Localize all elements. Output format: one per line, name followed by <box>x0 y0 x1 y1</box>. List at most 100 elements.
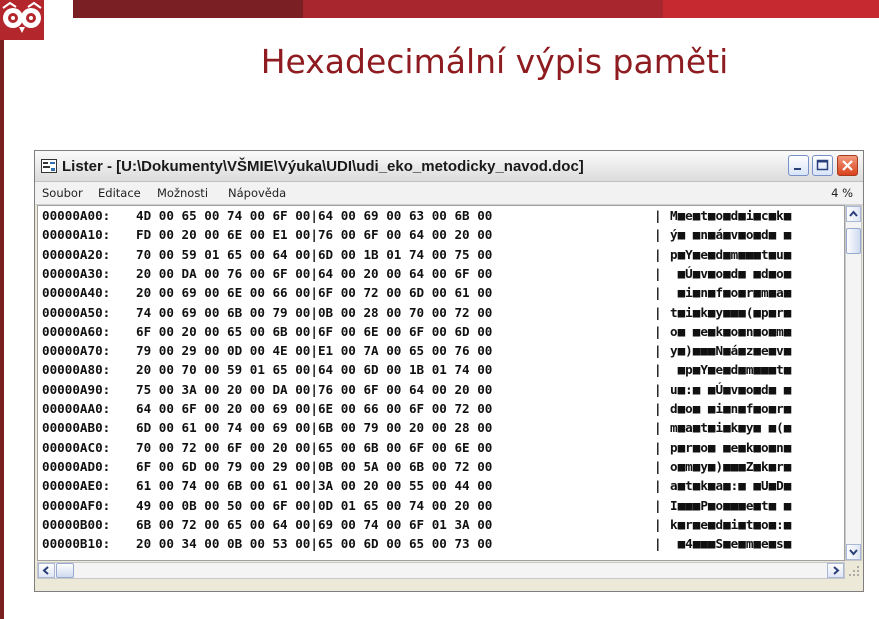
hex-row-ascii: o■m■y■)■■■Z■k■r■ <box>670 458 792 474</box>
left-accent-rule <box>0 0 4 619</box>
hex-ascii-separator: | <box>654 497 662 513</box>
scroll-up-button[interactable] <box>846 206 861 222</box>
hex-row-address: 00000A50: <box>42 304 111 320</box>
hex-row-address: 00000AF0: <box>42 497 111 513</box>
owl-logo-icon <box>0 0 44 40</box>
hex-row-bytes: 61 00 74 00 6B 00 61 00|3A 00 20 00 55 0… <box>136 478 493 494</box>
hex-ascii-separator: | <box>654 401 662 416</box>
hex-ascii-separator: | <box>654 516 662 532</box>
chevron-right-icon <box>833 566 840 575</box>
hex-ascii-separator: | <box>654 208 662 223</box>
minimize-button[interactable] <box>788 155 809 176</box>
hex-row-address: 00000A70: <box>42 343 111 359</box>
hex-row-ascii: m■a■t■i■k■y■ ■(■ <box>670 420 792 436</box>
close-icon <box>842 160 853 171</box>
menu-bar: Soubor Editace Možnosti Nápověda 4 % <box>35 182 863 205</box>
horizontal-scroll-thumb[interactable] <box>56 563 74 578</box>
hex-row-address: 00000B10: <box>42 536 111 552</box>
window-titlebar[interactable]: Lister - [U:\Dokumenty\VŠMIE\Výuka\UDI\u… <box>35 151 863 182</box>
hex-ascii-separator: | <box>654 246 662 262</box>
hex-ascii-separator: | <box>654 458 662 474</box>
menu-soubor[interactable]: Soubor <box>42 186 83 200</box>
hex-row-address: 00000A20: <box>42 246 111 262</box>
hex-row-address: 00000A00: <box>42 208 111 223</box>
hex-ascii-separator: | <box>654 227 662 243</box>
scroll-left-button[interactable] <box>38 563 55 578</box>
hex-row-bytes: 4D 00 65 00 74 00 6F 00|64 00 69 00 63 0… <box>136 208 493 223</box>
hex-row-address: 00000B00: <box>42 516 111 532</box>
hex-row-bytes: 75 00 3A 00 20 00 DA 00|76 00 6F 00 64 0… <box>136 381 493 397</box>
header-color-bar <box>73 0 879 18</box>
hex-ascii-separator: | <box>654 381 662 397</box>
hex-row-address: 00000AB0: <box>42 420 111 436</box>
hex-ascii-separator: | <box>654 285 662 301</box>
hex-row-ascii: d■o■ ■i■n■f■o■r■ <box>670 401 792 416</box>
horizontal-scrollbar[interactable] <box>37 562 845 579</box>
chevron-up-icon <box>849 210 858 217</box>
hex-row-ascii: M■e■t■o■d■i■c■k■ <box>670 208 792 223</box>
hex-row-ascii: ý■ ■n■á■v■o■d■ ■ <box>670 227 792 243</box>
slide-title: Hexadecimální výpis paměti <box>260 42 729 81</box>
scroll-right-button[interactable] <box>827 563 844 578</box>
hex-row-bytes: 6F 00 6D 00 79 00 29 00|0B 00 5A 00 6B 0… <box>136 458 493 474</box>
menu-napoveda[interactable]: Nápověda <box>228 186 286 200</box>
hex-row-bytes: 79 00 29 00 0D 00 4E 00|E1 00 7A 00 65 0… <box>136 343 493 359</box>
hex-row-ascii: ■i■n■f■o■r■m■a■ <box>670 285 792 301</box>
hex-row-ascii: ■4■■■S■e■m■e■s■ <box>670 536 792 552</box>
hex-row-address: 00000AA0: <box>42 401 111 416</box>
hex-row-address: 00000AE0: <box>42 478 111 494</box>
hex-row-bytes: 20 00 34 00 0B 00 53 00|65 00 6D 00 65 0… <box>136 536 493 552</box>
hex-row-bytes: 6F 00 20 00 65 00 6B 00|6F 00 6E 00 6F 0… <box>136 323 493 339</box>
lister-window: Lister - [U:\Dokumenty\VŠMIE\Výuka\UDI\u… <box>34 150 864 592</box>
hex-row-ascii: k■r■e■d■i■t■o■:■ <box>670 516 792 532</box>
hex-row-ascii: p■Y■e■d■m■■■t■u■ <box>670 246 792 262</box>
hex-row-address: 00000A10: <box>42 227 111 243</box>
hex-row-bytes: 64 00 6F 00 20 00 69 00|6E 00 66 00 6F 0… <box>136 401 493 416</box>
hex-row-address: 00000A30: <box>42 265 111 281</box>
hex-row-bytes: 20 00 69 00 6E 00 66 00|6F 00 72 00 6D 0… <box>136 285 493 301</box>
vertical-scrollbar[interactable] <box>845 205 862 561</box>
hex-ascii-separator: | <box>654 536 662 552</box>
maximize-icon <box>816 159 829 171</box>
hex-row-ascii: t■i■k■y■■■(■p■r■ <box>670 304 792 320</box>
vertical-scroll-thumb[interactable] <box>846 228 861 254</box>
hex-row-bytes: FD 00 20 00 6E 00 E1 00|76 00 6F 00 64 0… <box>136 227 493 243</box>
hex-row-bytes: 6D 00 61 00 74 00 69 00|6B 00 79 00 20 0… <box>136 420 493 436</box>
hex-ascii-separator: | <box>654 265 662 281</box>
hex-row-bytes: 20 00 70 00 59 01 65 00|64 00 6D 00 1B 0… <box>136 362 493 378</box>
menu-editace[interactable]: Editace <box>98 186 141 200</box>
hex-ascii-separator: | <box>654 304 662 320</box>
hex-ascii-separator: | <box>654 439 662 455</box>
hex-row-ascii: y■)■■■N■á■z■e■v■ <box>670 343 792 359</box>
menu-moznosti[interactable]: Možnosti <box>157 186 208 200</box>
hex-row-address: 00000A40: <box>42 285 111 301</box>
hex-ascii-separator: | <box>654 343 662 359</box>
hex-row-bytes: 20 00 DA 00 76 00 6F 00|64 00 20 00 64 0… <box>136 265 493 281</box>
hex-ascii-separator: | <box>654 323 662 339</box>
lister-app-icon <box>41 159 57 173</box>
maximize-button[interactable] <box>812 155 833 176</box>
hex-row-ascii: a■t■k■a■:■ ■U■D■ <box>670 478 792 494</box>
hex-row-ascii: I■■■P■o■■■e■t■ ■ <box>670 497 792 513</box>
hex-dump-view[interactable]: 00000A00: 4D 00 65 00 74 00 6F 00|64 00 6… <box>37 205 845 561</box>
hex-row-address: 00000A60: <box>42 323 111 339</box>
minimize-icon <box>794 168 801 170</box>
hex-row-bytes: 6B 00 72 00 65 00 64 00|69 00 74 00 6F 0… <box>136 516 493 532</box>
hex-row-address: 00000A90: <box>42 381 111 397</box>
hex-row-bytes: 49 00 0B 00 50 00 6F 00|0D 01 65 00 74 0… <box>136 497 493 513</box>
close-button[interactable] <box>837 155 858 176</box>
hex-row-ascii: p■r■o■ ■e■k■o■n■ <box>670 439 792 455</box>
hex-ascii-separator: | <box>654 362 662 378</box>
scroll-down-button[interactable] <box>846 544 861 560</box>
hex-row-ascii: ■Ú■v■o■d■ ■d■o■ <box>670 265 792 281</box>
hex-row-address: 00000A80: <box>42 362 111 378</box>
hex-row-ascii: ■p■Y■e■d■m■■■t■ <box>670 362 792 378</box>
scroll-percent: 4 % <box>831 186 853 200</box>
hex-ascii-separator: | <box>654 478 662 494</box>
hex-row-ascii: u■:■ ■Ú■v■o■d■ ■ <box>670 381 792 397</box>
chevron-left-icon <box>42 566 49 575</box>
resize-grip-icon[interactable] <box>845 562 862 579</box>
hex-row-address: 00000AD0: <box>42 458 111 474</box>
hex-row-bytes: 70 00 59 01 65 00 64 00|6D 00 1B 01 74 0… <box>136 246 493 262</box>
hex-ascii-separator: | <box>654 420 662 436</box>
